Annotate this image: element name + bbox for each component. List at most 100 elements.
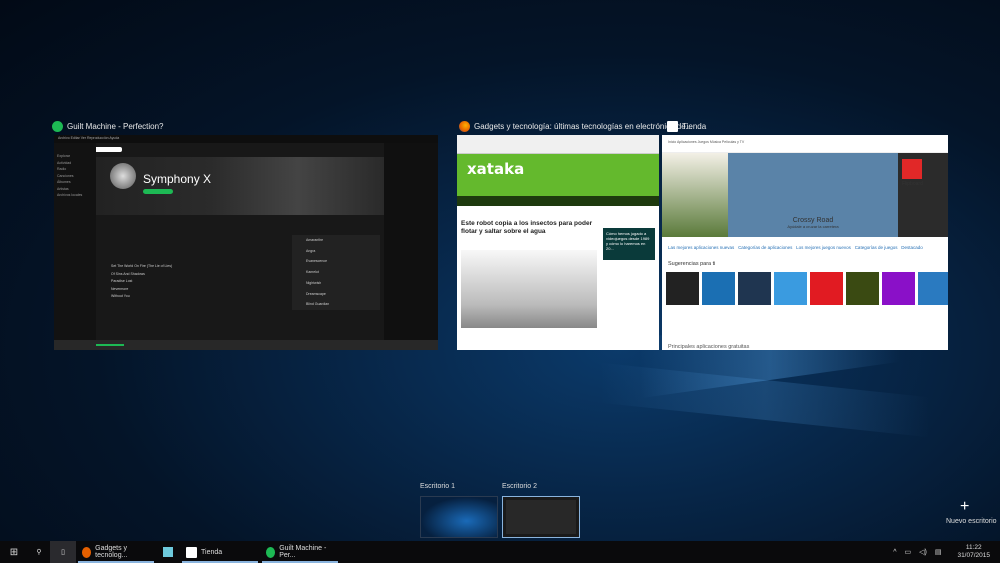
link[interactable]: Categorías de juegos	[855, 245, 898, 250]
progress-bar[interactable]	[96, 344, 124, 346]
task-view-icon: ▯	[61, 549, 65, 556]
window-title-firefox[interactable]: Gadgets y tecnología: últimas tecnología…	[459, 119, 692, 133]
taskbar-label: Gadgets y tecnolog...	[95, 545, 128, 559]
window-thumbnail-store[interactable]: Inicio Aplicaciones Juegos Música Pelícu…	[662, 135, 948, 350]
banner-title: Crossy Road	[792, 217, 834, 224]
window-thumbnail-spotify[interactable]: Archivo Editar Ver Reproducción Ayuda Bu…	[54, 135, 438, 350]
track-row[interactable]: Paradise Lost	[111, 278, 291, 286]
sidebar-item[interactable]: Archivos locales	[57, 192, 93, 199]
taskbar: ⊞ ⚲ ▯ Gadgets y tecnolog... Tienda Guilt…	[0, 541, 1000, 563]
window-thumbnail-firefox[interactable]: xataka Este robot copia a los insectos p…	[457, 135, 659, 350]
article-headline[interactable]: Este robot copia a los insectos para pod…	[457, 220, 597, 235]
spotify-icon	[52, 120, 63, 132]
sidebar: Explorar Actividad Radio Canciones Álbum…	[54, 143, 96, 340]
firefox-icon	[82, 546, 92, 558]
site-header: xataka	[457, 154, 659, 196]
play-button[interactable]	[143, 189, 173, 194]
firefox-icon	[459, 120, 470, 132]
slack-icon	[163, 547, 173, 557]
track-row[interactable]: Without You	[111, 293, 291, 301]
date: 31/07/2015	[957, 552, 990, 559]
taskbar-slack[interactable]	[156, 541, 180, 563]
ad-banner[interactable]: Cómo hemos jugado a videojuegos desde 19…	[603, 228, 655, 260]
taskbar-firefox[interactable]: Gadgets y tecnolog...	[76, 541, 156, 563]
store-icon	[667, 120, 678, 132]
related-artist[interactable]: Nightwish	[306, 278, 380, 289]
network-icon[interactable]: ▭	[904, 548, 911, 556]
player-bar	[54, 340, 438, 350]
app-tile[interactable]	[882, 272, 915, 305]
desktop-1-thumbnail[interactable]	[420, 496, 498, 538]
spotify-icon	[266, 546, 276, 558]
search-icon: ⚲	[36, 549, 42, 556]
window-title-text: Guilt Machine - Perfection?	[67, 121, 164, 131]
section-title: Principales aplicaciones gratuitas	[668, 344, 750, 350]
system-tray: ^ ▭ ◁) ▤	[887, 541, 947, 563]
friend-feed	[384, 143, 438, 340]
taskbar-label: Tienda	[201, 548, 223, 556]
flipboard-label: Flipboard	[902, 181, 923, 187]
app-tile[interactable]	[666, 272, 699, 305]
artist-header: Symphony X	[96, 157, 384, 215]
related-artists: Amaranthe Angra Evanescence Kamelot Nigh…	[292, 235, 380, 310]
related-artist[interactable]: Evanescence	[306, 256, 380, 267]
banner-subtitle: Ayúdale a cruzar la carretera	[787, 224, 839, 229]
banner-flipboard[interactable]: Flipboard	[898, 153, 948, 237]
desktop-2-label: Escritorio 2	[502, 483, 538, 490]
notifications-icon[interactable]: ▤	[935, 548, 942, 556]
windows-icon: ⊞	[9, 546, 19, 558]
browser-toolbar	[457, 135, 659, 154]
link[interactable]: Las mejores aplicaciones nuevas	[668, 245, 734, 250]
xataka-logo: xataka	[467, 160, 525, 178]
store-tabs[interactable]: Inicio Aplicaciones Juegos Música Pelícu…	[662, 135, 948, 153]
track-row[interactable]: Nevermore	[111, 286, 291, 294]
app-tile[interactable]	[918, 272, 948, 305]
app-tile[interactable]	[846, 272, 879, 305]
search-button[interactable]: ⚲	[28, 541, 50, 563]
taskbar-spotify[interactable]: Guilt Machine - Per...	[260, 541, 340, 563]
category-links: Las mejores aplicaciones nuevas Categorí…	[662, 237, 948, 258]
related-artist[interactable]: Dreamscape	[306, 289, 380, 300]
store-icon	[186, 546, 197, 558]
track-row[interactable]: Set The World On Fire (The Lie of Lies)	[111, 263, 291, 271]
task-view-button[interactable]: ▯	[50, 541, 76, 563]
window-title-store[interactable]: Tienda	[667, 119, 706, 133]
window-title-text: Tienda	[682, 121, 707, 131]
menu-bar: Archivo Editar Ver Reproducción Ayuda	[54, 135, 438, 143]
track-list: Set The World On Fire (The Lie of Lies) …	[111, 263, 291, 301]
banner-crossy-road[interactable]: Crossy Road Ayúdale a cruzar la carretera	[728, 153, 898, 237]
window-title-spotify[interactable]: Guilt Machine - Perfection?	[52, 119, 164, 133]
new-desktop-button[interactable]: Nuevo escritorio	[946, 518, 997, 525]
app-tile[interactable]	[810, 272, 843, 305]
clock[interactable]: 11:22 31/07/2015	[947, 544, 1000, 560]
desktop-1-label: Escritorio 1	[420, 483, 456, 490]
banner-left	[662, 153, 728, 237]
taskbar-store[interactable]: Tienda	[180, 541, 260, 563]
link[interactable]: Categorías de aplicaciones	[738, 245, 792, 250]
taskbar-label: Guilt Machine - Per...	[279, 545, 327, 559]
app-tile[interactable]	[702, 272, 735, 305]
window-title-text: Gadgets y tecnología: últimas tecnología…	[474, 121, 693, 131]
artist-image	[110, 163, 136, 189]
site-nav	[457, 196, 659, 206]
volume-icon[interactable]: ◁)	[919, 548, 927, 556]
app-tile[interactable]	[738, 272, 771, 305]
section-title: Sugerencias para ti	[668, 261, 716, 267]
banner-text: Crossy Road Ayúdale a cruzar la carretera	[728, 217, 898, 229]
hero-banner[interactable]: Crossy Road Ayúdale a cruzar la carretera…	[662, 153, 948, 237]
link[interactable]: Los mejores juegos nuevos	[796, 245, 851, 250]
desktop-2-thumbnail[interactable]	[502, 496, 580, 538]
artist-name: Symphony X	[143, 172, 212, 186]
link[interactable]: Destacado	[901, 245, 923, 250]
app-tile[interactable]	[774, 272, 807, 305]
related-artist[interactable]: Angra	[306, 246, 380, 257]
related-artist[interactable]: Amaranthe	[306, 235, 380, 246]
track-row[interactable]: Of Sins And Shadows	[111, 271, 291, 279]
related-artist[interactable]: Blind Guardian	[306, 299, 380, 310]
article-image	[461, 250, 597, 328]
start-button[interactable]: ⊞	[0, 541, 28, 563]
plus-icon[interactable]: +	[960, 498, 969, 516]
related-artist[interactable]: Kamelot	[306, 267, 380, 278]
chevron-up-icon[interactable]: ^	[893, 549, 896, 556]
time: 11:22	[965, 544, 982, 551]
